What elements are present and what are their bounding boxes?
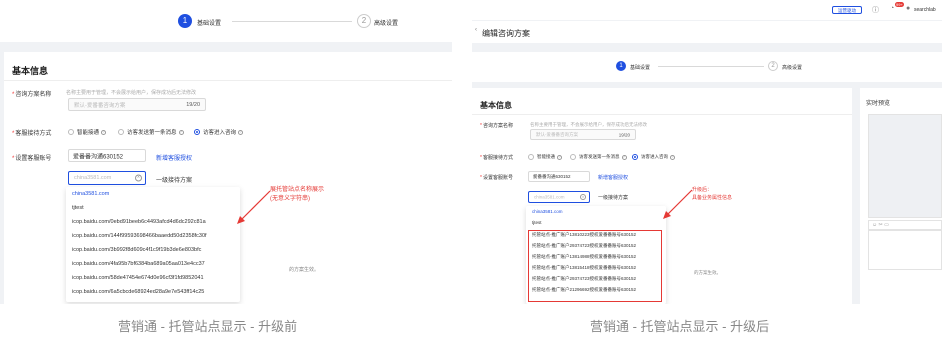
dropdown-option[interactable]: icop.baidu.com/58de47454e674d0e96cf3f1fd…: [72, 275, 204, 281]
bell-icon[interactable]: ◔: [890, 5, 894, 12]
add-authorization-link[interactable]: 新增客服授权: [598, 174, 628, 181]
dropdown-option[interactable]: icop.baidu.com/4fa95b7bf6384ba689a05aa01…: [72, 261, 205, 267]
preview-input-area: [868, 230, 942, 270]
step-2-label[interactable]: 高级设置: [782, 64, 802, 71]
help-icon: ?: [178, 129, 184, 135]
dropdown-option[interactable]: tjtest: [72, 205, 84, 211]
account-label: *设置客服账号: [480, 175, 513, 181]
step-1-dot[interactable]: 1: [178, 14, 192, 28]
site-dropdown: china3581.com tjtest 托管站点-推广账户13810223授权…: [526, 206, 666, 304]
radio-smart-connect[interactable]: 智能接通?: [68, 128, 107, 136]
step-1-dot[interactable]: 1: [616, 61, 626, 71]
dropdown-option[interactable]: china3581.com: [532, 209, 563, 214]
dropdown-option[interactable]: icop.baidu.com/3b992f8d609c4f1c9f19b3de6…: [72, 247, 201, 253]
dropdown-option[interactable]: icop.baidu.com/144f99593698466baaedd50d2…: [72, 233, 207, 239]
plan-text: 一级接待方案: [598, 195, 629, 201]
section-title: 基本信息: [480, 101, 512, 110]
clear-icon[interactable]: ×: [135, 174, 142, 182]
plan-name-label: *咨询方案名称: [480, 123, 513, 129]
steps-card: 1 基础设置 2 高级设置: [472, 52, 942, 82]
step-1-label[interactable]: 基础设置: [197, 18, 221, 27]
clear-icon[interactable]: ×: [580, 194, 586, 200]
help-icon: ?: [670, 154, 675, 160]
avatar[interactable]: ●: [906, 5, 910, 12]
radio-smart-connect[interactable]: 智能接通?: [528, 154, 562, 160]
background-hint: 的方案生效。: [289, 267, 320, 273]
reception-label: *客服接待方式: [480, 155, 513, 161]
account-label: *设置客服账号: [12, 156, 52, 162]
caption-after: 营销通 - 托管站点显示 - 升级后: [590, 319, 770, 334]
back-icon[interactable]: ‹: [475, 27, 477, 33]
steps-connector: [658, 66, 764, 67]
site-search-input[interactable]: china3581.com ×: [528, 191, 590, 203]
page-title: 编辑咨询方案: [482, 29, 530, 38]
annotation-text: 升级后： 具备业务属性信息: [692, 187, 733, 201]
chevron-down-icon: ▾: [73, 152, 76, 159]
step-2-dot[interactable]: 2: [768, 61, 778, 71]
account-select[interactable]: 爱番番沟通630152 ▾: [68, 149, 146, 162]
radio-enter-consult[interactable]: 访客进入咨询?: [194, 128, 244, 136]
step-2-label[interactable]: 高级设置: [374, 18, 398, 27]
reception-label: *客服接待方式: [12, 131, 52, 137]
radio-first-message[interactable]: 访客发送第一条消息?: [570, 154, 627, 160]
account-select[interactable]: 爱番番沟通630152 ▾: [528, 171, 590, 182]
plan-name-input[interactable]: 默认-爱番番咨询方案 19/20: [530, 129, 636, 140]
help-icon: ?: [621, 154, 627, 160]
ops-button[interactable]: 运营驱动: [832, 6, 862, 14]
after-screenshot-panel: 运营驱动 ⓘ ◔ 99+ ● searchlab ‹ 编辑咨询方案 1 基础设置…: [472, 0, 942, 304]
background-hint: 的方案生效。: [694, 270, 721, 275]
username[interactable]: searchlab: [914, 7, 936, 13]
basic-info-card: 基本信息 *咨询方案名称 名称主要用于管理，不会展示给用户，保存成功后无法修改 …: [472, 88, 852, 304]
section-divider: [4, 80, 452, 81]
plan-text: 一级接待方案: [156, 178, 193, 184]
radio-first-message[interactable]: 访客发送第一条消息?: [118, 128, 184, 136]
annotation-text: 展托管站点名称展示 (无意义字符串): [270, 187, 325, 202]
page-header-bar: ‹ 编辑咨询方案: [472, 21, 942, 43]
caption-before: 营销通 - 托管站点显示 - 升级前: [118, 319, 298, 334]
help-icon[interactable]: ⓘ: [872, 5, 879, 15]
annotation-arrow: [237, 190, 271, 224]
section-divider: [472, 114, 852, 115]
dropdown-option[interactable]: china3581.com: [72, 191, 109, 197]
help-icon: ?: [101, 129, 107, 135]
help-icon: ?: [557, 154, 562, 160]
chevron-down-icon: ▾: [533, 173, 536, 180]
char-counter: 19/20: [186, 101, 200, 108]
highlight-box: [528, 230, 662, 302]
before-screenshot-panel: 1 基础设置 2 高级设置 基本信息 *咨询方案名称 名称主要用于管理，不会展示…: [0, 0, 452, 304]
notification-badge: 99+: [895, 2, 904, 7]
top-bar: 运营驱动 ⓘ ◔ 99+ ● searchlab: [472, 0, 942, 20]
plan-name-input[interactable]: 默认-爱番番咨询方案 19/20: [68, 98, 206, 111]
preview-title: 实时预览: [866, 101, 891, 107]
help-icon: ?: [238, 129, 244, 135]
add-authorization-link[interactable]: 新增客服授权: [156, 153, 192, 162]
dropdown-option[interactable]: tjtest: [532, 220, 542, 225]
preview-phone: [868, 114, 942, 218]
step-2-dot[interactable]: 2: [357, 14, 371, 28]
site-search-input[interactable]: china3581.com ×: [68, 171, 146, 185]
char-counter: 19/20: [618, 132, 630, 137]
dropdown-option[interactable]: icop.baidu.com/0ebd91beeb6c4493afcd4d6dc…: [72, 219, 206, 225]
preview-card: 实时预览 ☺ ✂ ▭: [860, 88, 942, 304]
steps-connector: [232, 21, 352, 22]
basic-info-card: 基本信息 *咨询方案名称 名称主要用于管理，不会展示给用户，保存成功后无法修改 …: [4, 52, 452, 304]
site-dropdown: china3581.com tjtest icop.baidu.com/0ebd…: [66, 187, 240, 302]
preview-toolbar: ☺ ✂ ▭: [868, 220, 942, 230]
radio-enter-consult[interactable]: 访客进入咨询?: [632, 154, 675, 160]
plan-name-hint: 名称主要用于管理，不会展示给用户，保存成功后无法修改: [530, 122, 647, 127]
step-1-label[interactable]: 基础设置: [630, 64, 650, 71]
plan-name-label: *咨询方案名称: [12, 92, 52, 98]
annotation-arrow: [663, 189, 693, 219]
steps-card: 1 基础设置 2 高级设置: [0, 0, 452, 42]
plan-name-hint: 名称主要用于管理，不会展示给用户，保存成功后无法修改: [66, 90, 197, 96]
dropdown-option[interactable]: icop.baidu.com/6a5cbcde68924ed28a9e7e543…: [72, 289, 204, 295]
section-title: 基本信息: [12, 66, 49, 76]
